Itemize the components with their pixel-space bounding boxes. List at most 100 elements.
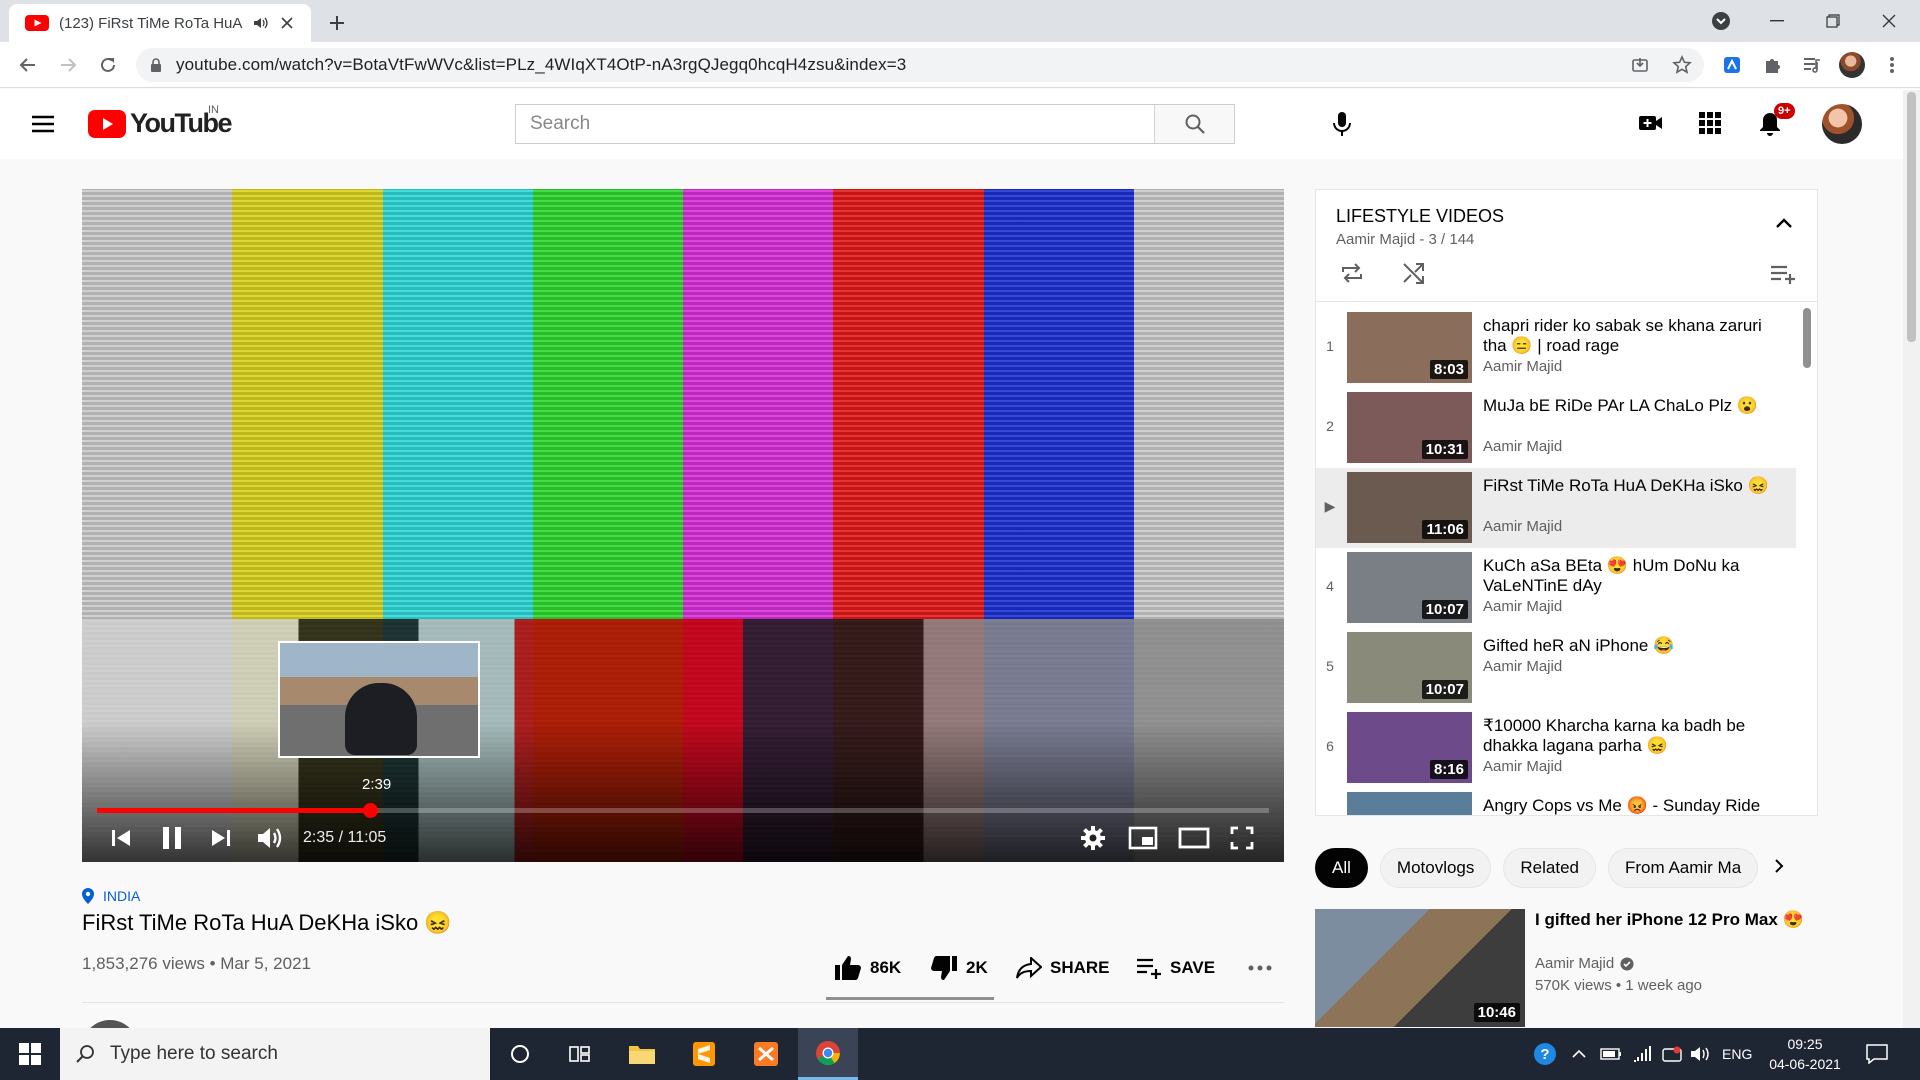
like-button[interactable]: 86K: [834, 950, 901, 986]
back-button[interactable]: [14, 51, 42, 79]
video-player[interactable]: 2:39 2:35 / 11:05: [82, 189, 1284, 862]
browser-menu-icon[interactable]: [1878, 51, 1906, 79]
related-video-card[interactable]: 10:46 I gifted her iPhone 12 Pro Max 😍 A…: [1315, 909, 1820, 1028]
tab-close-icon[interactable]: [281, 17, 293, 29]
save-button[interactable]: SAVE: [1136, 950, 1215, 986]
miniplayer-button[interactable]: [1128, 823, 1158, 853]
extension-icon[interactable]: [1718, 51, 1746, 79]
fullscreen-button[interactable]: [1230, 823, 1254, 853]
thumbs-down-icon: [931, 955, 957, 980]
onedrive-status-icon[interactable]: [1662, 1028, 1682, 1080]
extensions-puzzle-icon[interactable]: [1758, 51, 1786, 79]
related-video-channel[interactable]: Aamir Majid: [1535, 955, 1634, 972]
filter-chip[interactable]: Related: [1503, 848, 1596, 888]
playlist-item[interactable]: 1 8:03 chapri rider ko sabak se khana zaru…: [1316, 308, 1796, 388]
playlist-title[interactable]: LIFESTYLE VIDEOS: [1336, 206, 1504, 227]
save-playlist-icon[interactable]: [1770, 264, 1796, 284]
playlist-item-thumbnail[interactable]: 10:07: [1347, 632, 1472, 703]
shuffle-playlist-icon[interactable]: [1402, 262, 1426, 284]
notification-badge: 9+: [1774, 103, 1795, 119]
taskbar-clock[interactable]: 09:25 04-06-2021: [1760, 1034, 1850, 1074]
playlist-item[interactable]: Angry Cops vs Me 😡 - Sunday Ride: [1316, 788, 1796, 815]
apps-grid-icon[interactable]: [1698, 111, 1722, 135]
chips-next-chevron-right-icon[interactable]: [1774, 858, 1784, 874]
speaker-volume-icon[interactable]: [1690, 1028, 1712, 1080]
minimize-button[interactable]: [1750, 0, 1804, 42]
help-tray-icon[interactable]: ?: [1532, 1028, 1558, 1080]
playlist-item-thumbnail[interactable]: 10:31: [1347, 392, 1472, 463]
page-scrollbar[interactable]: [1903, 90, 1920, 1028]
settings-button[interactable]: [1080, 823, 1106, 853]
playlist-item[interactable]: 5 10:07 Gifted heR aN iPhone 😂 Aamir Majid: [1316, 628, 1796, 708]
share-button[interactable]: SHARE: [1016, 950, 1110, 986]
network-icon[interactable]: [1632, 1028, 1652, 1080]
voice-search-mic-icon[interactable]: [1332, 111, 1352, 137]
bookmark-star-icon[interactable]: [1668, 51, 1696, 79]
hamburger-menu-icon[interactable]: [30, 111, 56, 137]
search-input[interactable]: Search: [516, 105, 1154, 143]
theater-mode-button[interactable]: [1178, 823, 1210, 853]
playlist-scrollbar[interactable]: [1803, 308, 1811, 368]
create-video-icon[interactable]: [1638, 111, 1664, 135]
windows-start-button[interactable]: [0, 1028, 60, 1080]
task-view-icon: [569, 1046, 590, 1062]
related-video-title[interactable]: I gifted her iPhone 12 Pro Max 😍: [1535, 909, 1815, 930]
tab-search-button[interactable]: [1694, 0, 1748, 42]
action-center-icon[interactable]: [1866, 1028, 1888, 1080]
playlist-item-thumbnail[interactable]: 11:06: [1347, 472, 1472, 543]
restore-button[interactable]: [1806, 0, 1860, 42]
media-queue-icon[interactable]: [1798, 51, 1826, 79]
show-hidden-icons-chevron-icon[interactable]: [1572, 1028, 1586, 1080]
task-view-button[interactable]: [550, 1028, 610, 1080]
reload-button[interactable]: [94, 51, 122, 79]
pause-button[interactable]: [160, 823, 184, 853]
loop-playlist-icon[interactable]: [1340, 262, 1364, 284]
lock-icon[interactable]: [150, 57, 162, 73]
youtube-favicon-icon: [25, 15, 49, 31]
battery-icon[interactable]: [1600, 1028, 1622, 1080]
chrome-taskbar-button[interactable]: [798, 1028, 858, 1080]
playlist-collapse-chevron-up-icon[interactable]: [1776, 218, 1792, 228]
browser-tab-strip: (123) FiRst TiMe RoTa HuA DeKHa iSko: [0, 0, 1920, 42]
taskbar-search-box[interactable]: Type here to search: [60, 1028, 490, 1080]
input-language[interactable]: ENG: [1722, 1028, 1752, 1080]
profile-avatar[interactable]: [1838, 51, 1866, 79]
related-video-meta: 570K views • 1 week ago: [1535, 977, 1703, 994]
address-bar[interactable]: youtube.com/watch?v=BotaVtFwWVc&list=PLz…: [136, 48, 1704, 82]
cortana-button[interactable]: [490, 1028, 550, 1080]
sublime-text-button[interactable]: [674, 1028, 734, 1080]
playlist-item-thumbnail[interactable]: 10:07: [1347, 552, 1472, 623]
next-button[interactable]: [210, 823, 232, 853]
filter-chip[interactable]: Motovlogs: [1379, 848, 1492, 888]
close-window-button[interactable]: [1862, 0, 1916, 42]
playlist-item-thumbnail[interactable]: 8:03: [1347, 312, 1472, 383]
xampp-button[interactable]: [736, 1028, 796, 1080]
user-avatar[interactable]: [1822, 104, 1862, 144]
more-actions-button[interactable]: [1248, 950, 1272, 986]
video-location[interactable]: INDIA: [82, 888, 140, 904]
playlist-item-thumbnail[interactable]: 8:16: [1347, 712, 1472, 783]
install-icon[interactable]: [1626, 51, 1654, 79]
previous-button[interactable]: [110, 823, 132, 853]
progress-scrubber[interactable]: [363, 803, 379, 818]
progress-bar[interactable]: [97, 803, 1269, 818]
browser-tab[interactable]: (123) FiRst TiMe RoTa HuA DeKHa iSko: [9, 4, 311, 42]
youtube-logo[interactable]: YouTube IN: [88, 104, 232, 139]
forward-button[interactable]: [54, 51, 82, 79]
volume-button[interactable]: [256, 823, 284, 853]
new-tab-button[interactable]: [322, 8, 352, 38]
divider: [82, 1002, 1284, 1003]
playlist-item[interactable]: 6 8:16 ₹10000 Kharcha karna ka badh be dha…: [1316, 708, 1796, 788]
dislike-button[interactable]: 2K: [930, 950, 988, 986]
playlist-item[interactable]: ▶ 11:06 FiRst TiMe RoTa HuA DeKHa iSko 😖 Aa…: [1316, 468, 1796, 548]
playlist-item[interactable]: 4 10:07 KuCh aSa BEta 😍 hUm DoNu ka VaLeNT…: [1316, 548, 1796, 628]
related-video-thumbnail[interactable]: 10:46: [1315, 909, 1525, 1027]
search-button[interactable]: [1154, 105, 1234, 143]
filter-chip[interactable]: All: [1315, 848, 1368, 888]
filter-chip[interactable]: From Aamir Ma: [1608, 848, 1759, 888]
file-explorer-button[interactable]: [612, 1028, 672, 1080]
page-scrollbar-thumb[interactable]: [1907, 92, 1916, 342]
playlist-item[interactable]: 2 10:31 MuJa bE RiDe PAr LA ChaLo Plz 😮 Aam…: [1316, 388, 1796, 468]
tab-audio-icon[interactable]: [253, 16, 269, 30]
playlist-item-thumbnail[interactable]: [1347, 792, 1472, 815]
